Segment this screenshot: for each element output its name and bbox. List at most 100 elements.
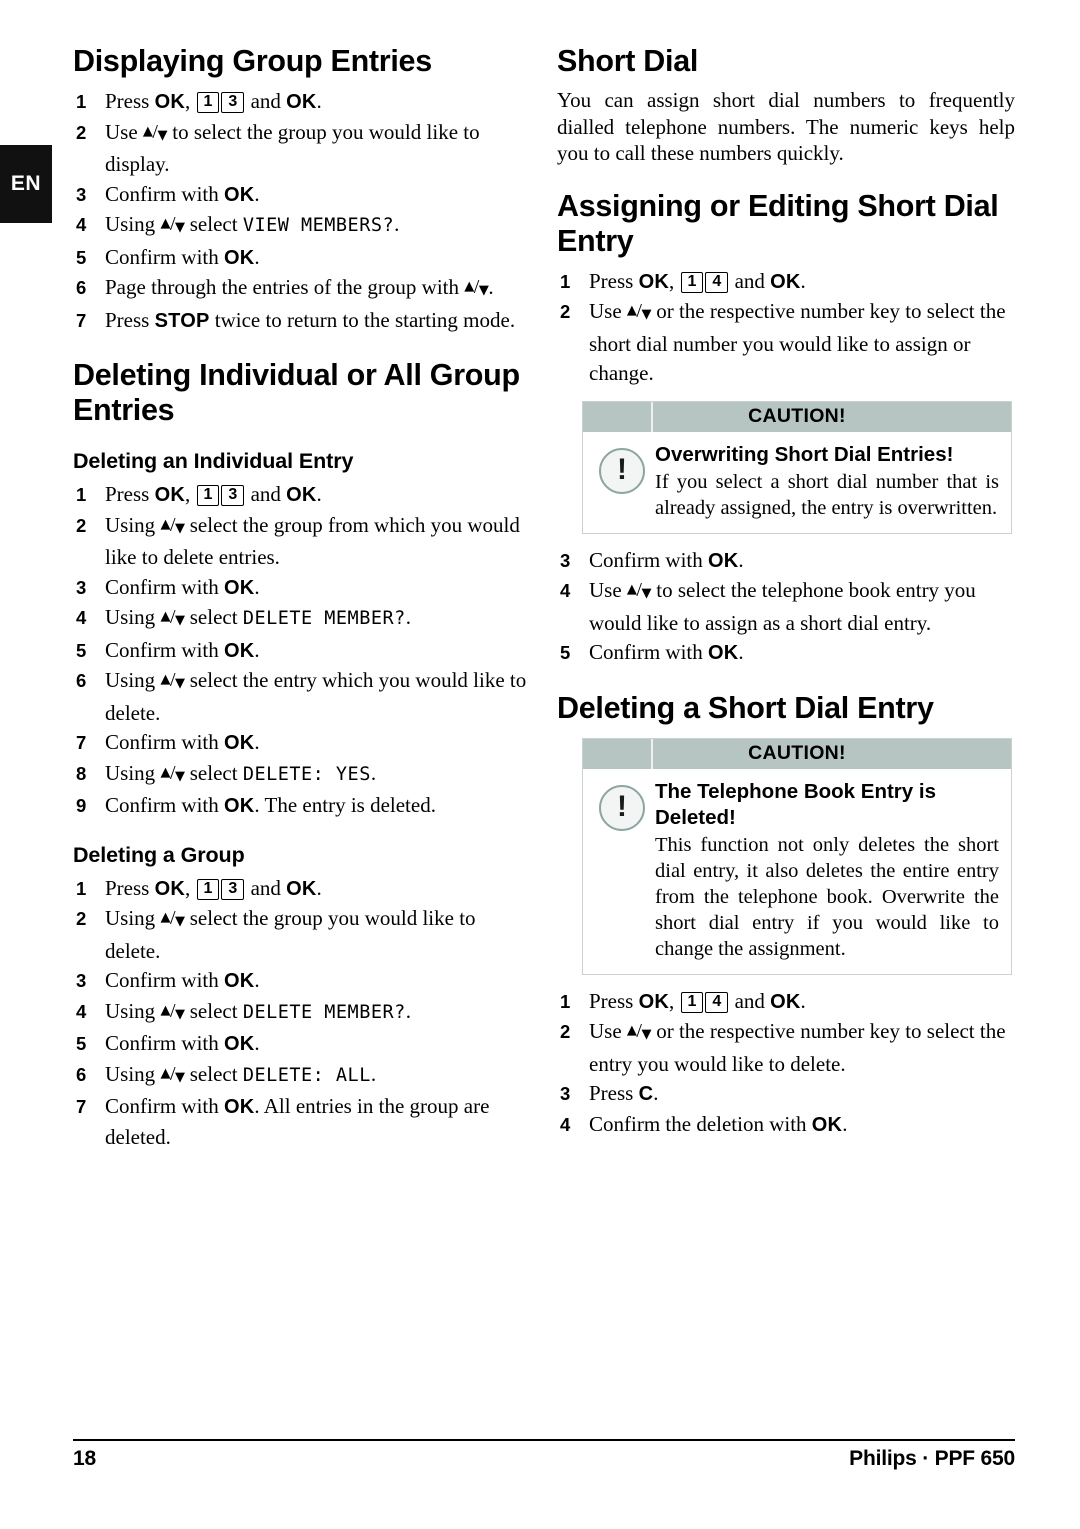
key-label: OK <box>224 732 255 754</box>
step-text: Press C. <box>589 1081 659 1105</box>
step-number: 4 <box>560 580 571 601</box>
step-number: 3 <box>76 576 87 598</box>
key-label: OK <box>770 990 801 1013</box>
step-number: 9 <box>76 795 87 816</box>
step-item: 3 Confirm with OK. <box>73 573 535 604</box>
up-down-arrows-icon: ▲/▼ <box>464 276 489 298</box>
key-label: OK <box>286 484 317 506</box>
step-number: 4 <box>76 1000 87 1022</box>
step-item: 1 Press OK, 14 and OK. <box>557 267 1015 298</box>
step-item: 4 Confirm the deletion with OK. <box>557 1110 1015 1141</box>
caution-title: CAUTION! <box>748 405 846 427</box>
exclamation-glyph: ! <box>617 789 627 823</box>
key-label: OK <box>770 270 801 293</box>
step-item: 3 Confirm with OK. <box>557 546 1015 577</box>
key-label: OK <box>154 484 185 506</box>
step-text: Use ▲/▼ or the respective number key to … <box>589 299 1006 385</box>
display-text: VIEW MEMBERS? <box>242 215 395 236</box>
step-number: 3 <box>560 549 571 571</box>
caution-header-divider <box>651 738 653 769</box>
step-text: Confirm with OK. <box>105 244 260 269</box>
display-text: DELETE MEMBER? <box>242 608 406 629</box>
heading-displaying-group-entries: Displaying Group Entries <box>73 44 432 78</box>
key-label: OK <box>286 91 317 113</box>
up-down-arrows-icon: ▲/▼ <box>626 1020 652 1042</box>
key-label: OK <box>224 795 255 817</box>
key-label: OK <box>224 183 255 206</box>
product-name: Philips · PPF 650 <box>849 1447 1015 1470</box>
step-item: 1 Press OK, 14 and OK. <box>557 987 1015 1018</box>
step-text: Using ▲/▼ select VIEW MEMBERS?. <box>105 212 400 236</box>
key-label: OK <box>224 576 255 599</box>
step-number: 8 <box>76 762 87 784</box>
key-label: C <box>638 1083 654 1105</box>
step-text: Confirm with OK. <box>105 574 260 599</box>
step-item: 9 Confirm with OK. The entry is deleted. <box>73 791 535 822</box>
caution-paragraph: If you select a short dial number that i… <box>655 470 999 519</box>
step-number: 1 <box>560 990 571 1012</box>
caution-text-block: Overwriting Short Dial Entries! If you s… <box>653 442 999 521</box>
step-text: Confirm with OK. The entry is deleted. <box>105 793 436 817</box>
step-number: 4 <box>76 607 87 628</box>
step-number: 5 <box>560 642 571 663</box>
key-label: OK <box>638 270 669 293</box>
step-item: 4 Using ▲/▼ select DELETE MEMBER?. <box>73 603 535 636</box>
step-text: Press OK, 13 and OK. <box>105 482 322 506</box>
steps-deleting-a-group: 1 Press OK, 13 and OK. 2 Using ▲/▼ select t… <box>73 874 535 1153</box>
heading-deleting-a-short-dial-entry: Deleting a Short Dial Entry <box>557 690 934 725</box>
heading-deleting-a-group: Deleting a Group <box>73 842 245 867</box>
step-item: 6 Using ▲/▼ select the entry which you wo… <box>73 666 535 728</box>
caution-body: ! The Telephone Book Entry is Deleted! T… <box>583 768 1011 974</box>
up-down-arrows-icon: ▲/▼ <box>160 999 185 1022</box>
intro-paragraph-short-dial: You can assign short dial numbers to fre… <box>557 88 1015 165</box>
warning-exclamation-icon: ! <box>591 442 653 521</box>
step-item: 7 Press STOP twice to return to the start… <box>73 306 535 337</box>
step-number: 3 <box>76 970 87 991</box>
key-label: OK <box>224 639 255 662</box>
key-label: OK <box>286 877 317 900</box>
step-number: 4 <box>560 1113 571 1135</box>
key-label: OK <box>224 1096 255 1118</box>
steps-assigning-short-dial-after: 3 Confirm with OK. 4 Use ▲/▼ to select the … <box>557 546 1015 669</box>
numeric-key-1: 1 <box>680 271 704 293</box>
step-text: Using ▲/▼ select the group you would lik… <box>105 906 476 963</box>
step-item: 5 Confirm with OK. <box>73 636 535 667</box>
step-item: 7 Confirm with OK. <box>73 728 535 759</box>
key-label: OK <box>154 877 185 900</box>
display-text: DELETE: ALL <box>242 1064 371 1086</box>
steps-assigning-short-dial-before: 1 Press OK, 14 and OK. 2 Use ▲/▼ or the res… <box>557 267 1015 389</box>
caution-text-block: The Telephone Book Entry is Deleted! Thi… <box>653 779 999 962</box>
step-item: 1 Press OK, 13 and OK. <box>73 874 535 905</box>
exclamation-glyph: ! <box>617 452 627 486</box>
caution-box-overwriting-short-dial: CAUTION! ! Overwriting Short Dial Entrie… <box>582 400 1012 534</box>
up-down-arrows-icon: ▲/▼ <box>160 1062 185 1085</box>
page-number: 18 <box>73 1447 96 1470</box>
steps-displaying-group-entries: 1 Press OK, 13 and OK. 2 Use ▲/▼ to select … <box>73 87 535 336</box>
step-text: Press OK, 14 and OK. <box>589 988 806 1013</box>
display-text: DELETE MEMBER? <box>242 1001 406 1023</box>
step-text: Confirm with OK. All entries in the grou… <box>105 1094 490 1149</box>
step-number: 4 <box>76 214 87 235</box>
step-item: 2 Use ▲/▼ to select the group you would l… <box>73 118 535 180</box>
step-text: Using ▲/▼ select the group from which yo… <box>105 512 520 570</box>
step-text: Using ▲/▼ select DELETE: YES. <box>105 760 377 785</box>
caution-body: ! Overwriting Short Dial Entries! If you… <box>583 431 1011 533</box>
right-column: Short Dial You can assign short dial num… <box>557 44 1015 1140</box>
step-text: Use ▲/▼ to select the telephone book ent… <box>589 578 976 635</box>
heading-short-dial: Short Dial <box>557 44 699 78</box>
up-down-arrows-icon: ▲/▼ <box>142 120 168 143</box>
step-number: 2 <box>76 121 87 143</box>
warning-exclamation-icon: ! <box>591 779 653 962</box>
step-item: 7 Confirm with OK. All entries in the gro… <box>73 1092 535 1152</box>
step-text: Confirm with OK. <box>105 968 260 992</box>
step-number: 5 <box>76 639 87 661</box>
step-item: 2 Use ▲/▼ or the respective number key to… <box>557 1017 1015 1079</box>
step-text: Using ▲/▼ select DELETE MEMBER?. <box>105 998 411 1023</box>
step-item: 5 Confirm with OK. <box>557 638 1015 669</box>
up-down-arrows-icon: ▲/▼ <box>626 579 652 601</box>
caution-header: CAUTION! <box>583 738 1011 769</box>
step-number: 1 <box>76 484 87 505</box>
step-number: 7 <box>76 309 87 331</box>
step-number: 2 <box>560 301 571 322</box>
step-text: Using ▲/▼ select DELETE: ALL. <box>105 1061 377 1086</box>
